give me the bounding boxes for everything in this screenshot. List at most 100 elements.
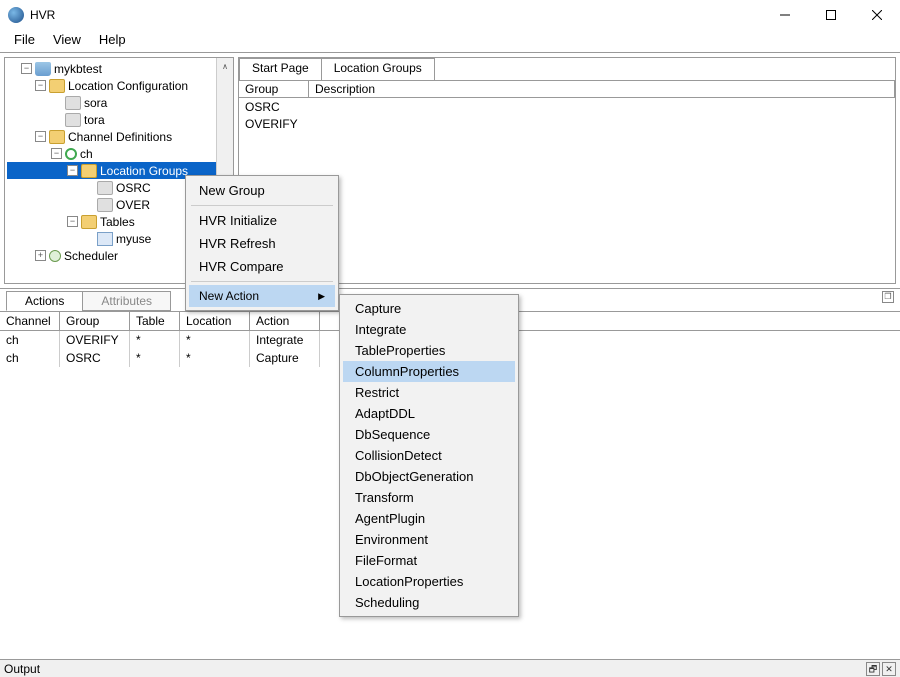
tree-label: tora (84, 113, 105, 127)
tab-actions[interactable]: Actions (6, 291, 83, 311)
menu-item-fileformat[interactable]: FileFormat (343, 550, 515, 571)
col-channel[interactable]: Channel (0, 312, 60, 330)
menu-item-agentplugin[interactable]: AgentPlugin (343, 508, 515, 529)
collapse-icon[interactable]: − (51, 148, 62, 159)
col-description[interactable]: Description (309, 81, 895, 98)
grid-row[interactable]: OSRC (245, 100, 889, 117)
panel-restore-icon[interactable]: ❐ (882, 291, 894, 303)
menu-item-transform[interactable]: Transform (343, 487, 515, 508)
menu-item-hvr-initialize[interactable]: HVR Initialize (189, 209, 335, 232)
scroll-up-icon[interactable]: ∧ (217, 58, 233, 75)
maximize-button[interactable] (808, 0, 854, 30)
group-icon (97, 181, 113, 195)
collapse-icon[interactable]: − (21, 63, 32, 74)
cell: * (130, 349, 180, 367)
tree-label: Location Configuration (68, 79, 188, 93)
col-group[interactable]: Group (239, 81, 309, 98)
menu-item-scheduling[interactable]: Scheduling (343, 592, 515, 613)
window-title: HVR (30, 8, 762, 22)
menu-separator (191, 205, 333, 206)
menu-item-integrate[interactable]: Integrate (343, 319, 515, 340)
folder-icon (81, 164, 97, 178)
menu-item-locationproperties[interactable]: LocationProperties (343, 571, 515, 592)
col-group[interactable]: Group (60, 312, 130, 330)
menu-item-columnproperties[interactable]: ColumnProperties (343, 361, 515, 382)
collapse-icon[interactable]: − (35, 80, 46, 91)
col-table[interactable]: Table (130, 312, 180, 330)
tree-label: myuse (116, 232, 151, 246)
tree-label: Channel Definitions (68, 130, 172, 144)
tree-label: sora (84, 96, 107, 110)
tree-label: mykbtest (54, 62, 102, 76)
group-icon (97, 198, 113, 212)
tab-attributes[interactable]: Attributes (82, 291, 171, 311)
tree-label: Tables (100, 215, 135, 229)
collapse-icon[interactable]: − (67, 216, 78, 227)
cell: OVERIFY (60, 331, 130, 349)
grid-row[interactable]: OVERIFY (245, 117, 889, 134)
app-icon (8, 7, 24, 23)
titlebar: HVR (0, 0, 900, 30)
context-submenu-new-action: CaptureIntegrateTablePropertiesColumnPro… (339, 294, 519, 617)
menu-item-hvr-compare[interactable]: HVR Compare (189, 255, 335, 278)
menu-item-hvr-refresh[interactable]: HVR Refresh (189, 232, 335, 255)
output-label: Output (4, 662, 40, 676)
tab-location-groups[interactable]: Location Groups (321, 58, 435, 80)
menu-item-adaptddl[interactable]: AdaptDDL (343, 403, 515, 424)
menu-item-environment[interactable]: Environment (343, 529, 515, 550)
collapse-icon[interactable]: − (35, 131, 46, 142)
table-icon (97, 232, 113, 246)
cell: ch (0, 331, 60, 349)
menu-item-dbsequence[interactable]: DbSequence (343, 424, 515, 445)
cell: Integrate (250, 331, 320, 349)
output-close-icon[interactable]: ✕ (882, 662, 896, 676)
location-icon (65, 113, 81, 127)
menu-item-new-group[interactable]: New Group (189, 179, 335, 202)
minimize-button[interactable] (762, 0, 808, 30)
upper-workspace: −mykbtest −Location Configuration sora t… (0, 52, 900, 288)
menu-help[interactable]: Help (91, 30, 134, 52)
folder-icon (81, 215, 97, 229)
menubar: File View Help (0, 30, 900, 52)
menu-item-new-action[interactable]: New Action ▶ (189, 285, 335, 307)
menu-view[interactable]: View (45, 30, 89, 52)
output-panel-header[interactable]: Output 🗗 ✕ (0, 659, 900, 677)
tree-label: OVER (116, 198, 150, 212)
tab-start-page[interactable]: Start Page (239, 58, 322, 80)
content-tabs: Start Page Location Groups (239, 58, 895, 80)
col-location[interactable]: Location (180, 312, 250, 330)
folder-icon (49, 79, 65, 93)
cell: OSRC (60, 349, 130, 367)
col-action[interactable]: Action (250, 312, 320, 330)
submenu-arrow-icon: ▶ (318, 291, 325, 302)
cell: Capture (250, 349, 320, 367)
menu-item-restrict[interactable]: Restrict (343, 382, 515, 403)
tree-label: Location Groups (100, 164, 188, 178)
tree-label: OSRC (116, 181, 151, 195)
tree-node-root[interactable]: − mykbtest (7, 60, 233, 77)
close-button[interactable] (854, 0, 900, 30)
output-undock-icon[interactable]: 🗗 (866, 662, 880, 676)
tree-node-sora[interactable]: sora (7, 94, 233, 111)
menu-item-capture[interactable]: Capture (343, 298, 515, 319)
tree-node-location-config[interactable]: − Location Configuration (7, 77, 233, 94)
collapse-icon[interactable]: − (67, 165, 78, 176)
menu-item-collisiondetect[interactable]: CollisionDetect (343, 445, 515, 466)
cell: * (180, 331, 250, 349)
context-menu: New Group HVR Initialize HVR Refresh HVR… (185, 175, 339, 311)
menu-file[interactable]: File (6, 30, 43, 52)
expand-icon[interactable]: + (35, 250, 46, 261)
location-icon (65, 96, 81, 110)
menu-item-tableproperties[interactable]: TableProperties (343, 340, 515, 361)
tree-node-ch[interactable]: − ch (7, 145, 233, 162)
tree-node-tora[interactable]: tora (7, 111, 233, 128)
tree-node-channel-definitions[interactable]: − Channel Definitions (7, 128, 233, 145)
location-groups-grid-header: Group Description (239, 80, 895, 98)
tree-label: ch (80, 147, 93, 161)
cell: ch (0, 349, 60, 367)
menu-separator (191, 281, 333, 282)
scheduler-icon (49, 250, 61, 262)
tree-label: Scheduler (64, 249, 118, 263)
cell: * (130, 331, 180, 349)
menu-item-dbobjectgeneration[interactable]: DbObjectGeneration (343, 466, 515, 487)
